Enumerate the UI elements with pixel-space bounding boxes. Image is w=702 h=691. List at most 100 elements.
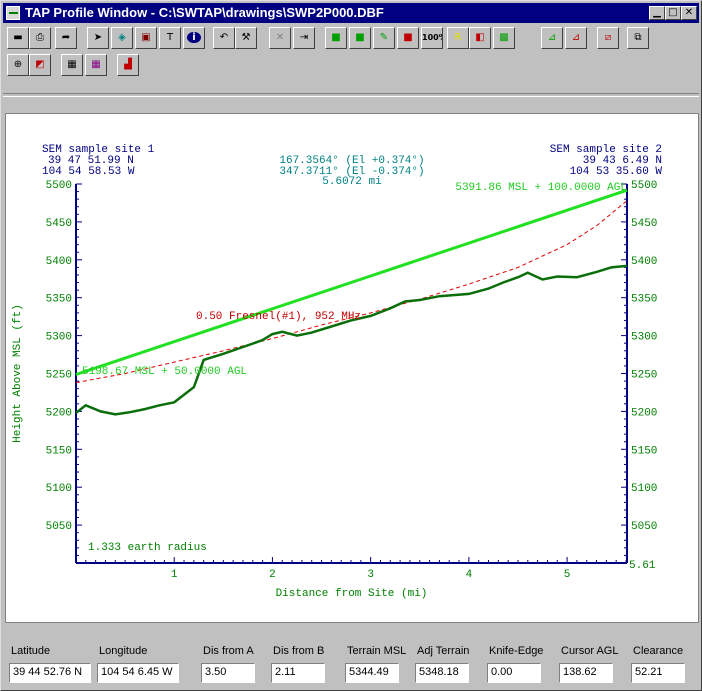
site2-lon: 104 53 35.60 W — [570, 166, 663, 178]
pointer-icon: ➤ — [93, 32, 103, 43]
pointer-button[interactable]: ➤ — [87, 27, 109, 49]
stamp-icon: ▣ — [141, 32, 151, 43]
maximize-button[interactable]: □ — [665, 6, 681, 20]
status-label: Clearance — [633, 645, 684, 657]
title-bar[interactable]: TAP Profile Window - C:\SWTAP\drawings\S… — [3, 3, 699, 23]
status-value[interactable]: 5348.18 — [415, 663, 469, 683]
x-tick-label: 3 — [367, 569, 374, 581]
profile-plot[interactable]: 5500 5500 5450 5450 5400 5400 5350 5350 5300 5300… — [5, 113, 699, 623]
y-tick-label-left: 5200 — [46, 407, 72, 419]
left-antenna-label: 5198.67 MSL + 50.0000 AGL — [82, 366, 247, 378]
main-toolbar: ▬ ⎙ ➦ ➤ ◈ ▣ Ti ↶ ⚒ ✕ ⇥ ■ ■ ✎ ■ 100% R ◧ ▩ ⊿ ⊿ ⧄ ⧉ — [3, 25, 699, 51]
status-label: Dis from B — [273, 645, 325, 657]
y-tick-label-left: 5450 — [46, 218, 72, 230]
forward-arrow-button[interactable]: ➦ — [55, 27, 77, 49]
fresnel-button[interactable]: ⧄ — [597, 27, 619, 49]
status-label: Longitude — [99, 645, 148, 657]
pin-button[interactable]: ✎ — [373, 27, 395, 49]
color-grid-icon: ▦ — [91, 59, 101, 70]
wrench-button[interactable]: ⚒ — [235, 27, 257, 49]
status-bar: Latitude 39 44 52.76 N Longitude 104 54 6.4… — [3, 631, 699, 689]
earth-radius-label: 1.333 earth radius — [88, 542, 207, 554]
profile-icon: ⊿ — [547, 32, 557, 43]
r-button[interactable]: R — [447, 27, 469, 49]
red-square-button[interactable]: ■ — [397, 27, 419, 49]
zoom-100-icon: 100% — [422, 33, 442, 42]
grid-icon: ▦ — [67, 59, 77, 70]
copy-icon: ⧉ — [634, 32, 642, 43]
drawing-tool-icon: ◈ — [118, 32, 126, 43]
red-box-button[interactable]: ◧ — [469, 27, 491, 49]
minimize-button[interactable]: ▁ — [649, 6, 665, 20]
status-value[interactable]: 2.11 — [271, 663, 325, 683]
fresnel-label: 0.50 Fresnel(#1), 952 MHz — [196, 311, 361, 323]
layers-button[interactable]: ◩ — [29, 54, 51, 76]
status-value[interactable]: 0.00 — [487, 663, 541, 683]
undo-button[interactable]: ↶ — [213, 27, 235, 49]
close-button[interactable]: ✕ — [681, 6, 697, 20]
status-value[interactable]: 3.50 — [201, 663, 255, 683]
exit-button[interactable]: ⇥ — [293, 27, 315, 49]
green-box-button[interactable]: ▩ — [493, 27, 515, 49]
stamp-button[interactable]: ▣ — [135, 27, 157, 49]
pin-icon: ✎ — [379, 32, 389, 43]
y-tick-label-left: 5500 — [46, 180, 72, 192]
y-tick-label-right: 5100 — [631, 483, 657, 495]
undo-icon: ↶ — [219, 32, 229, 43]
x-tick-label: 1 — [171, 569, 178, 581]
delete-button[interactable]: ✕ — [269, 27, 291, 49]
red-box-icon: ◧ — [475, 32, 485, 43]
info-button[interactable]: i — [183, 27, 205, 49]
text-tool-button[interactable]: T — [159, 27, 181, 49]
text-tool-icon: T — [166, 32, 174, 43]
status-label: Cursor AGL — [561, 645, 619, 657]
y-axis-label: Height Above MSL (ft) — [12, 304, 24, 443]
status-value[interactable]: 52.21 — [631, 663, 685, 683]
terrain-series — [75, 264, 628, 416]
save-button[interactable]: ▬ — [7, 27, 29, 49]
status-label: Terrain MSL — [347, 645, 407, 657]
red-square-icon: ■ — [403, 32, 413, 43]
x-tick-label: 5 — [564, 569, 571, 581]
profile-chart[interactable]: 5500 5500 5450 5450 5400 5400 5350 5350 5300 5300… — [6, 114, 698, 622]
terrain-icon: ⊿ — [571, 32, 581, 43]
app-icon[interactable] — [6, 6, 20, 20]
status-value[interactable]: 39 44 52.76 N — [9, 663, 91, 683]
print-icon: ⎙ — [36, 32, 44, 43]
green-box-icon: ▩ — [499, 32, 509, 43]
y-tick-label-left: 5350 — [46, 294, 72, 306]
y-tick-label-left: 5300 — [46, 332, 72, 344]
y-tick-label-right: 5300 — [631, 332, 657, 344]
green-square-button[interactable]: ■ — [325, 27, 347, 49]
fresnel-series — [75, 200, 628, 384]
y-tick-label-left: 5400 — [46, 256, 72, 268]
status-value[interactable]: 104 54 6.45 W — [97, 663, 179, 683]
drawing-tool-button[interactable]: ◈ — [111, 27, 133, 49]
r-icon: R — [454, 32, 462, 43]
y-tick-label-left: 5150 — [46, 445, 72, 457]
histogram-button[interactable]: ▟ — [117, 54, 139, 76]
green-square-icon: ■ — [331, 32, 341, 43]
print-button[interactable]: ⎙ — [29, 27, 51, 49]
status-label: Dis from A — [203, 645, 254, 657]
profile-button[interactable]: ⊿ — [541, 27, 563, 49]
status-value[interactable]: 138.62 — [559, 663, 613, 683]
y-tick-label-right: 5050 — [631, 521, 657, 533]
status-label: Adj Terrain — [417, 645, 470, 657]
green-dot-button[interactable]: ■ — [349, 27, 371, 49]
y-tick-label-right: 5250 — [631, 370, 657, 382]
status-value[interactable]: 5344.49 — [345, 663, 399, 683]
zoom-100-button[interactable]: 100% — [421, 27, 443, 49]
x-max-label: 5.61 — [629, 560, 656, 572]
copy-button[interactable]: ⧉ — [627, 27, 649, 49]
y-tick-label-left: 5050 — [46, 521, 72, 533]
wrench-icon: ⚒ — [241, 32, 251, 43]
toolbar-divider — [3, 93, 699, 97]
crosshair-button[interactable]: ⊕ — [7, 54, 29, 76]
site1-lon: 104 54 58.53 W — [42, 166, 135, 178]
fresnel-icon: ⧄ — [604, 32, 612, 43]
terrain-button[interactable]: ⊿ — [565, 27, 587, 49]
color-grid-button[interactable]: ▦ — [85, 54, 107, 76]
histogram-icon: ▟ — [124, 59, 132, 70]
grid-button[interactable]: ▦ — [61, 54, 83, 76]
